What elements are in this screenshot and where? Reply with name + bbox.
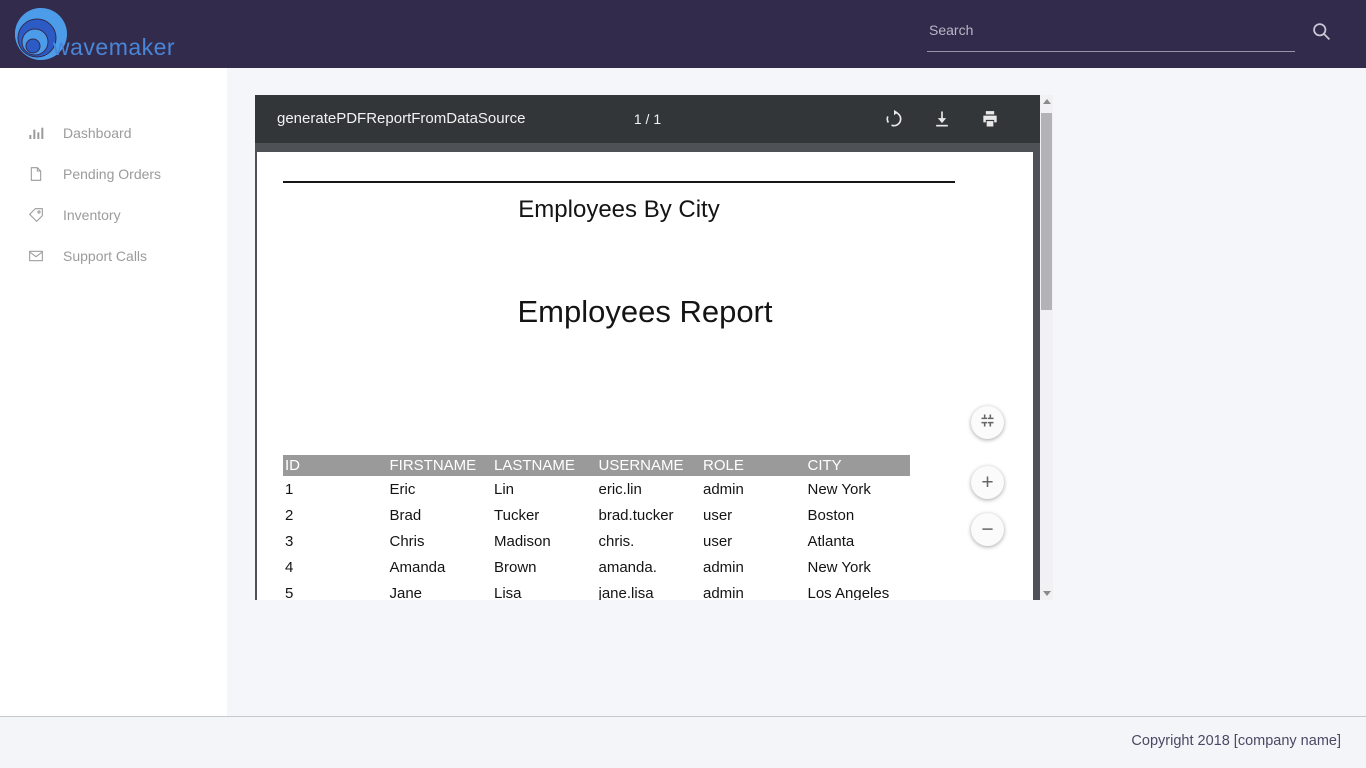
- document-section-title: Employees By City: [283, 196, 955, 224]
- cell: Lisa: [492, 580, 597, 600]
- envelope-icon: [28, 248, 44, 264]
- column-header: ID: [283, 455, 388, 476]
- fit-to-page-icon: [979, 412, 996, 434]
- cell: 1: [283, 476, 388, 502]
- bar-chart-icon: [28, 125, 44, 141]
- sidebar-item-dashboard[interactable]: Dashboard: [0, 112, 227, 153]
- employees-table: ID FIRSTNAME LASTNAME USERNAME ROLE CITY…: [283, 455, 910, 600]
- cell: 5: [283, 580, 388, 600]
- pdf-page: Employees By City Employees Report ID FI…: [257, 152, 1033, 600]
- cell: Atlanta: [806, 528, 911, 554]
- sidebar-nav: Dashboard Pending Orders Inventory: [0, 68, 227, 276]
- sidebar-item-inventory[interactable]: Inventory: [0, 194, 227, 235]
- table-row: 3 Chris Madison chris. user Atlanta: [283, 528, 910, 554]
- zoom-in-button[interactable]: +: [971, 466, 1004, 499]
- cell: Boston: [806, 502, 911, 528]
- table-row: 5 Jane Lisa jane.lisa admin Los Angeles: [283, 580, 910, 600]
- cell: Lin: [492, 476, 597, 502]
- page-footer: Copyright 2018 [company name]: [0, 716, 1366, 768]
- sidebar-item-label: Dashboard: [63, 125, 132, 141]
- cell: New York: [806, 476, 911, 502]
- search-icon[interactable]: [1311, 21, 1332, 42]
- document-report-title: Employees Report: [257, 294, 1033, 330]
- minus-icon: −: [981, 518, 993, 542]
- document-icon: [28, 166, 44, 182]
- cell: chris.: [597, 528, 702, 554]
- tag-icon: [28, 207, 44, 223]
- cell: Amanda: [388, 554, 493, 580]
- cell: Brad: [388, 502, 493, 528]
- sidebar-item-label: Inventory: [63, 207, 121, 223]
- sidebar-item-label: Pending Orders: [63, 166, 161, 182]
- top-header: wavemaker: [0, 0, 1366, 68]
- cell: admin: [701, 476, 806, 502]
- fit-to-page-button[interactable]: [971, 406, 1004, 439]
- pdf-document-title: generatePDFReportFromDataSource: [277, 95, 525, 143]
- pdf-toolbar-actions: [884, 95, 1000, 143]
- cell: 3: [283, 528, 388, 554]
- scroll-down-arrow-icon[interactable]: [1040, 587, 1053, 600]
- column-header: CITY: [806, 455, 911, 476]
- cell: Eric: [388, 476, 493, 502]
- plus-icon: +: [981, 471, 993, 495]
- column-header: ROLE: [701, 455, 806, 476]
- app-root: wavemaker Dashboard: [0, 0, 1366, 768]
- cell: brad.tucker: [597, 502, 702, 528]
- sidebar-item-pending-orders[interactable]: Pending Orders: [0, 153, 227, 194]
- cell: Chris: [388, 528, 493, 554]
- copyright-text: Copyright 2018 [company name]: [1131, 733, 1341, 749]
- cell: user: [701, 528, 806, 554]
- pdf-scrollbar[interactable]: [1040, 95, 1053, 600]
- cell: Los Angeles: [806, 580, 911, 600]
- cell: jane.lisa: [597, 580, 702, 600]
- cell: Jane: [388, 580, 493, 600]
- cell: eric.lin: [597, 476, 702, 502]
- search-input[interactable]: [927, 12, 1295, 52]
- scrollbar-thumb[interactable]: [1041, 113, 1052, 310]
- scroll-up-arrow-icon[interactable]: [1040, 95, 1053, 108]
- cell: Brown: [492, 554, 597, 580]
- cell: 4: [283, 554, 388, 580]
- pdf-viewport: Employees By City Employees Report ID FI…: [255, 143, 1040, 600]
- pdf-toolbar: 1 / 1 generatePDFReportFromDataSource: [255, 95, 1040, 143]
- cell: amanda.: [597, 554, 702, 580]
- cell: user: [701, 502, 806, 528]
- column-header: USERNAME: [597, 455, 702, 476]
- column-header: LASTNAME: [492, 455, 597, 476]
- logo-wordmark: wavemaker: [53, 34, 175, 61]
- cell: 2: [283, 502, 388, 528]
- pdf-viewer: 1 / 1 generatePDFReportFromDataSource: [255, 95, 1053, 600]
- column-header: FIRSTNAME: [388, 455, 493, 476]
- sidebar-item-label: Support Calls: [63, 248, 147, 264]
- table-row: 1 Eric Lin eric.lin admin New York: [283, 476, 910, 502]
- table-header-row: ID FIRSTNAME LASTNAME USERNAME ROLE CITY: [283, 455, 910, 476]
- table-row: 4 Amanda Brown amanda. admin New York: [283, 554, 910, 580]
- cell: New York: [806, 554, 911, 580]
- cell: admin: [701, 554, 806, 580]
- cell: Madison: [492, 528, 597, 554]
- left-sidebar: Dashboard Pending Orders Inventory: [0, 68, 227, 716]
- rotate-icon[interactable]: [884, 109, 904, 129]
- sidebar-item-support-calls[interactable]: Support Calls: [0, 235, 227, 276]
- zoom-out-button[interactable]: −: [971, 513, 1004, 546]
- document-rule-line: [283, 181, 955, 183]
- download-icon[interactable]: [932, 109, 952, 129]
- print-icon[interactable]: [980, 109, 1000, 129]
- cell: Tucker: [492, 502, 597, 528]
- table-row: 2 Brad Tucker brad.tucker user Boston: [283, 502, 910, 528]
- search-field-wrap: [927, 12, 1295, 52]
- cell: admin: [701, 580, 806, 600]
